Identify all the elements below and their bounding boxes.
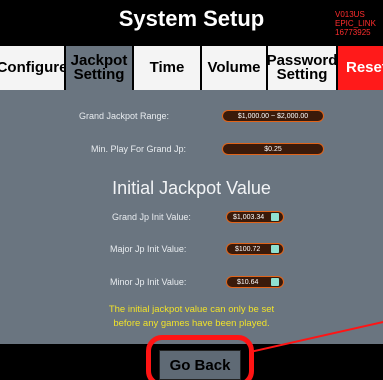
minor-init-value: $10.64	[237, 278, 259, 286]
tab-bar: Configure Jackpot Setting Time Volume Pa…	[0, 46, 383, 90]
tab-reset[interactable]: Reset	[338, 46, 383, 90]
grand-range-field[interactable]: $1,000.00 ~ $2,000.00	[222, 110, 324, 122]
tab-volume[interactable]: Volume	[202, 46, 268, 90]
edit-icon[interactable]	[271, 245, 279, 253]
page-title: System Setup	[118, 6, 265, 31]
min-play-value: $0.25	[264, 145, 282, 153]
version-info: V013US EPIC_LINK 16773925	[335, 10, 383, 37]
min-play-field[interactable]: $0.25	[222, 143, 324, 155]
tab-password-setting[interactable]: Password Setting	[267, 46, 338, 90]
tab-label: Configure	[0, 59, 68, 76]
grand-range-value: $1,000.00 ~ $2,000.00	[237, 112, 309, 120]
min-play-label: Min. Play For Grand Jp:	[91, 144, 187, 154]
go-back-label: Go Back	[169, 356, 231, 374]
jackpot-setting-panel: Grand Jackpot Range: $1,000.00 ~ $2,000.…	[0, 90, 383, 344]
version-line: EPIC_LINK	[335, 19, 376, 28]
edit-icon[interactable]	[271, 213, 279, 221]
major-init-field[interactable]: $100.72	[226, 243, 284, 255]
tab-label: Setting	[276, 66, 328, 83]
go-back-button[interactable]: Go Back	[159, 350, 241, 380]
tab-label: Volume	[207, 59, 261, 76]
edit-icon[interactable]	[271, 278, 279, 286]
tab-configure[interactable]: Configure	[0, 46, 68, 90]
title-bar: System Setup V013US EPIC_LINK 16773925	[0, 0, 383, 44]
tab-time[interactable]: Time	[134, 46, 202, 90]
major-init-value: $100.72	[235, 245, 261, 253]
note-line: The initial jackpot value can only be se…	[108, 304, 275, 315]
major-init-label: Major Jp Init Value:	[110, 244, 187, 254]
note-line: before any games have been played.	[113, 318, 270, 329]
jackpot-note: The initial jackpot value can only be se…	[0, 303, 383, 331]
tab-label: Setting	[73, 66, 125, 83]
grand-init-label: Grand Jp Init Value:	[112, 212, 191, 222]
minor-init-label: Minor Jp Init Value:	[110, 277, 187, 287]
grand-range-label: Grand Jackpot Range:	[79, 111, 170, 121]
version-line: 16773925	[335, 28, 371, 37]
minor-init-field[interactable]: $10.64	[226, 276, 284, 288]
system-setup-screen: System Setup V013US EPIC_LINK 16773925 C…	[0, 0, 383, 380]
grand-init-field[interactable]: $1,003.34	[226, 211, 284, 223]
section-title: Initial Jackpot Value	[112, 178, 271, 198]
tab-jackpot-setting[interactable]: Jackpot Setting	[66, 46, 134, 90]
grand-init-value: $1,003.34	[233, 213, 265, 221]
version-line: V013US	[335, 10, 365, 19]
tab-label: Time	[149, 59, 185, 76]
tab-label: Reset	[346, 59, 383, 76]
